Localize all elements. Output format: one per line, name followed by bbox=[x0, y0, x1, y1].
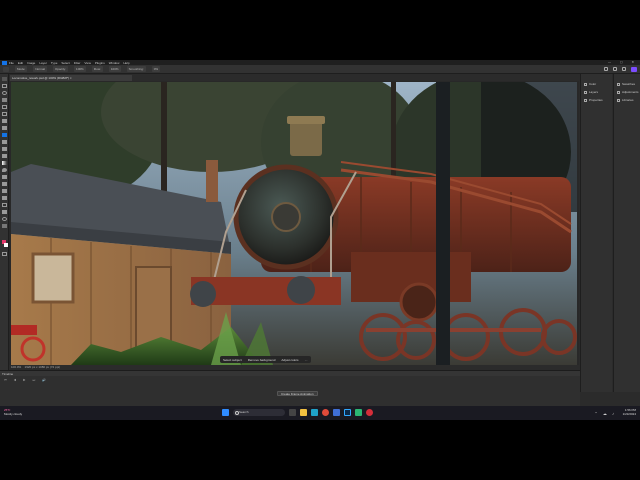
history-brush-tool-icon[interactable] bbox=[2, 147, 7, 151]
hand-tool-icon[interactable] bbox=[2, 210, 7, 214]
zoom-tool-icon[interactable] bbox=[2, 217, 7, 221]
quick-select-tool-icon[interactable] bbox=[2, 98, 7, 102]
taskbar-apps: Search bbox=[222, 409, 373, 416]
search-icon[interactable] bbox=[613, 67, 617, 71]
brush-tool-icon[interactable] bbox=[3, 66, 9, 72]
move-tool-icon[interactable] bbox=[2, 77, 7, 81]
remove-background-button[interactable]: Remove background bbox=[248, 358, 276, 362]
more-options-icon[interactable]: ··· bbox=[305, 358, 308, 362]
dodge-tool-icon[interactable] bbox=[2, 175, 7, 179]
options-right-icons bbox=[604, 67, 626, 71]
mode-label: Mode: bbox=[15, 66, 28, 72]
panel-properties[interactable]: Properties bbox=[581, 96, 612, 104]
menu-type[interactable]: Type bbox=[51, 61, 58, 65]
smoothing-input[interactable]: 0% bbox=[151, 66, 161, 72]
store-icon[interactable] bbox=[333, 409, 340, 416]
options-bar: Mode: Normal Opacity: 100% Flow: 100% Sm… bbox=[0, 65, 640, 74]
timeline-controls[interactable]: ⏮ ◀ ▶ ⏭ 🔊 bbox=[4, 378, 49, 382]
frame-tool-icon[interactable] bbox=[2, 112, 7, 116]
type-tool-icon[interactable] bbox=[2, 189, 7, 193]
taskbar-search-box[interactable]: Search bbox=[233, 409, 285, 416]
adjustments-panel-icon bbox=[617, 90, 620, 94]
background-color-swatch[interactable] bbox=[4, 243, 8, 247]
properties-panel-icon bbox=[584, 98, 587, 102]
menu-edit[interactable]: Edit bbox=[18, 61, 23, 65]
windows-start-icon[interactable] bbox=[222, 409, 229, 416]
locomotive-render-image bbox=[11, 82, 577, 365]
window-controls[interactable]: — ▢ ✕ bbox=[608, 60, 638, 64]
weather-widget[interactable]: 25°F Mostly cloudy bbox=[4, 408, 22, 416]
pen-tool-icon[interactable] bbox=[2, 182, 7, 186]
swatches-panel-icon bbox=[617, 82, 620, 86]
menu-plugins[interactable]: Plugins bbox=[95, 61, 105, 65]
smoothing-label: Smoothing: bbox=[126, 66, 146, 72]
marquee-tool-icon[interactable] bbox=[2, 84, 7, 88]
mode-select[interactable]: Normal bbox=[33, 66, 48, 72]
photoshop-logo-icon bbox=[2, 60, 7, 65]
menu-layer[interactable]: Layer bbox=[39, 61, 47, 65]
flow-label: Flow: bbox=[91, 66, 103, 72]
more-tools-icon[interactable] bbox=[2, 224, 7, 228]
brush-tool-icon-sidebar[interactable] bbox=[2, 133, 7, 137]
panel-dock-2: Swatches Adjustments Libraries bbox=[613, 74, 640, 392]
tools-panel bbox=[0, 74, 9, 392]
task-view-icon[interactable] bbox=[289, 409, 296, 416]
canvas-area[interactable] bbox=[9, 81, 579, 369]
menu-filter[interactable]: Filter bbox=[74, 61, 81, 65]
layers-panel-icon bbox=[584, 90, 587, 94]
menu-image[interactable]: Image bbox=[27, 61, 35, 65]
menu-file[interactable]: File bbox=[9, 61, 14, 65]
menu-help[interactable]: Help bbox=[123, 61, 129, 65]
opacity-label: Opacity: bbox=[53, 66, 69, 72]
color-panel-icon bbox=[584, 82, 587, 86]
create-frame-animation-button[interactable]: Create Frame Animation bbox=[277, 391, 318, 396]
desktop-screen: File Edit Image Layer Type Select Filter… bbox=[0, 60, 640, 420]
crop-tool-icon[interactable] bbox=[2, 105, 7, 109]
contextual-task-bar: Select subject Remove background Adjust … bbox=[220, 356, 311, 363]
lasso-tool-icon[interactable] bbox=[2, 91, 7, 95]
select-subject-button[interactable]: Select subject bbox=[223, 358, 242, 362]
home-icon[interactable] bbox=[604, 67, 608, 71]
menu-select[interactable]: Select bbox=[61, 61, 69, 65]
share-button[interactable] bbox=[631, 67, 637, 72]
zoom-level[interactable]: 100.0% bbox=[11, 365, 21, 369]
system-tray-icons[interactable]: ⌃ ☁ ♪ bbox=[594, 411, 616, 416]
workspace-icon[interactable] bbox=[622, 67, 626, 71]
clock[interactable]: 1:56 PM 1/23/2024 bbox=[623, 408, 636, 416]
eraser-tool-icon[interactable] bbox=[2, 154, 7, 158]
gradient-tool-icon[interactable] bbox=[2, 161, 7, 165]
document-canvas[interactable] bbox=[11, 82, 577, 365]
quick-mask-icon[interactable] bbox=[2, 252, 7, 256]
chrome-icon[interactable] bbox=[322, 409, 329, 416]
timeline-title: Timeline bbox=[0, 371, 580, 376]
healing-tool-icon[interactable] bbox=[2, 126, 7, 130]
path-selection-tool-icon[interactable] bbox=[2, 196, 7, 200]
timeline-panel: Timeline ⏮ ◀ ▶ ⏭ 🔊 Create Frame Animatio… bbox=[0, 370, 580, 406]
libraries-panel-icon bbox=[617, 98, 620, 102]
edge-icon[interactable] bbox=[311, 409, 318, 416]
menu-view[interactable]: View bbox=[84, 61, 90, 65]
flow-input[interactable]: 100% bbox=[108, 66, 121, 72]
weather-desc: Mostly cloudy bbox=[4, 412, 23, 416]
panel-layers[interactable]: Layers bbox=[581, 88, 612, 96]
windows-taskbar: 25°F Mostly cloudy Search ⌃ ☁ ♪ 1:56 PM … bbox=[0, 406, 640, 420]
menu-window[interactable]: Window bbox=[109, 61, 120, 65]
panel-adjustments[interactable]: Adjustments bbox=[614, 88, 640, 96]
panel-swatches[interactable]: Swatches bbox=[614, 80, 640, 88]
app-icon-green[interactable] bbox=[355, 409, 362, 416]
shape-tool-icon[interactable] bbox=[2, 203, 7, 207]
clone-stamp-tool-icon[interactable] bbox=[2, 140, 7, 144]
clock-date: 1/23/2024 bbox=[622, 412, 636, 416]
file-explorer-icon[interactable] bbox=[300, 409, 307, 416]
photoshop-app-icon[interactable] bbox=[344, 409, 351, 416]
document-info: 1920 px x 1080 px (72 ppi) bbox=[24, 365, 61, 369]
app-icon-red[interactable] bbox=[366, 409, 373, 416]
panel-dock-1: Color Layers Properties bbox=[580, 74, 612, 392]
panel-color[interactable]: Color bbox=[581, 80, 612, 88]
panel-libraries[interactable]: Libraries bbox=[614, 96, 640, 104]
adjust-colors-button[interactable]: Adjust colors bbox=[281, 358, 298, 362]
opacity-input[interactable]: 100% bbox=[74, 66, 86, 72]
blur-tool-icon[interactable] bbox=[2, 168, 7, 172]
eyedropper-tool-icon[interactable] bbox=[2, 119, 7, 123]
